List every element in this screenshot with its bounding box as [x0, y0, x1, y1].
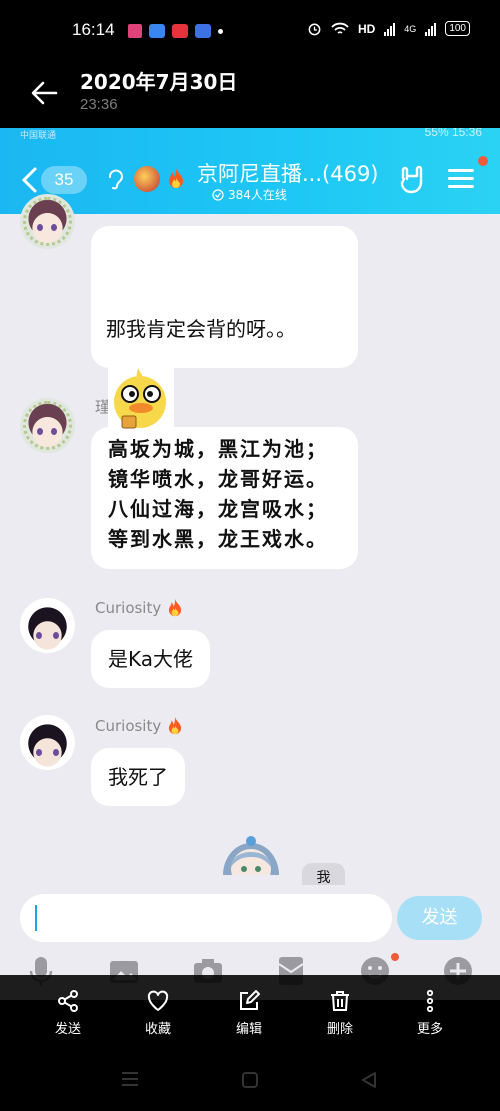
hd-label: HD — [357, 21, 376, 36]
inner-carrier: 中国联通 — [20, 130, 57, 140]
signal-1-icon — [384, 22, 396, 36]
more-label: 更多 — [416, 1022, 443, 1037]
avatar-eye — [37, 224, 43, 231]
sender-avatar[interactable] — [20, 398, 75, 453]
avatar-eye — [36, 749, 42, 756]
edit-label: 编辑 — [235, 1022, 262, 1037]
recents-icon[interactable] — [120, 1071, 140, 1087]
message-text: 那我肯定会背的呀。。 — [106, 317, 296, 341]
input-bar: 发送 — [0, 885, 500, 947]
signal-2-icon — [425, 22, 437, 36]
sender-avatar[interactable] — [20, 715, 75, 770]
group-avatar — [134, 166, 160, 192]
edit-icon — [240, 990, 260, 1010]
avatar-eye — [51, 428, 57, 435]
message-line: 八仙过海，龙宫吸水； — [108, 497, 328, 521]
wifi-icon — [331, 22, 349, 34]
delete-label: 删除 — [326, 1022, 353, 1037]
notification-dot — [478, 156, 488, 166]
online-count: 384人在线 — [212, 186, 287, 203]
more-notifications-icon — [218, 28, 223, 34]
message-input[interactable] — [20, 894, 392, 942]
sender-avatar[interactable] — [20, 598, 75, 653]
favorite-label: 收藏 — [144, 1022, 171, 1037]
battery-indicator: 100 — [445, 21, 470, 36]
signal-2-label: 4G — [404, 23, 417, 34]
chat-app-icon — [149, 24, 165, 38]
qq-title-bar: 中国联通 55% 15:36 35 京阿尼直播...(469) 384人在线 — [0, 128, 500, 214]
check-circle-icon — [212, 188, 224, 201]
phone-status-bar: 16:14 HD 4G 100 — [0, 0, 500, 62]
fire-icon — [169, 598, 182, 617]
online-text: 384人在线 — [228, 188, 287, 202]
sender-avatar[interactable] — [20, 194, 75, 249]
notification-icons — [128, 24, 223, 38]
nav-back-icon[interactable] — [360, 1071, 378, 1089]
heart-icon — [147, 990, 169, 1011]
bilibili-icon — [128, 24, 142, 38]
delete-button[interactable]: 删除 — [310, 989, 370, 1037]
avatar-eye — [51, 224, 57, 231]
back-arrow-icon[interactable] — [30, 80, 58, 106]
more-button[interactable]: 更多 — [400, 989, 460, 1037]
message-line: 镜华喷水，龙哥好运。 — [108, 467, 328, 491]
photo-time: 23:36 — [80, 96, 118, 113]
menu-icon[interactable] — [448, 168, 474, 190]
text-caret — [35, 905, 37, 931]
inner-status-right: 55% 15:36 — [424, 128, 482, 139]
message-line: 高坂为城，黑江为池； — [108, 437, 328, 461]
share-button[interactable]: 发送 — [38, 989, 98, 1037]
viewer-action-bar: 发送 收藏 编辑 删除 更多 — [0, 975, 500, 1047]
unread-badge[interactable]: 35 — [41, 166, 87, 194]
ear-icon[interactable] — [105, 168, 125, 190]
avatar-eye — [53, 632, 59, 639]
share-icon — [58, 990, 78, 1012]
viewer-header: 2020年7月30日 23:36 — [0, 62, 500, 128]
emoji-notification-dot — [391, 953, 399, 961]
group-title[interactable]: 京阿尼直播...(469) — [197, 158, 379, 188]
chevron-left-icon[interactable] — [20, 166, 38, 194]
duck-sticker[interactable] — [108, 364, 174, 432]
avatar-eye — [37, 428, 43, 435]
message-bubble[interactable]: 是Ka大佬 — [91, 630, 211, 688]
message-bubble[interactable]: 高坂为城，黑江为池； 镜华喷水，龙哥好运。 八仙过海，龙宫吸水； 等到水黑，龙王… — [91, 427, 358, 569]
avatar-ring — [23, 401, 72, 450]
rock-hand-icon[interactable] — [398, 164, 426, 194]
trash-icon — [331, 991, 349, 1011]
fire-icon — [169, 716, 182, 735]
message-text: 是Ka大佬 — [108, 647, 194, 671]
system-nav-bar — [0, 1047, 500, 1111]
more-icon — [426, 989, 434, 1013]
message-bubble[interactable]: 那我肯定会背的呀。。 — [91, 226, 358, 368]
favorite-button[interactable]: 收藏 — [128, 989, 188, 1037]
status-time: 16:14 — [72, 20, 115, 39]
send-button[interactable]: 发送 — [397, 896, 482, 940]
avatar-ring — [23, 197, 72, 246]
video-app-icon — [172, 24, 188, 38]
fire-icon — [169, 168, 183, 188]
message-text: 我死了 — [108, 765, 168, 789]
inner-status-bar: 中国联通 55% 15:36 — [0, 128, 500, 140]
avatar-eye — [53, 749, 59, 756]
my-avatar[interactable] — [221, 835, 281, 875]
edit-button[interactable]: 编辑 — [219, 989, 279, 1037]
sender-name-text: Curiosity — [95, 716, 162, 735]
sender-name-text: Curiosity — [95, 598, 162, 617]
link-app-icon — [195, 24, 211, 38]
avatar-eye — [36, 632, 42, 639]
status-right: HD 4G 100 — [307, 21, 470, 36]
message-line: 等到水黑，龙王戏水。 — [108, 527, 328, 551]
embedded-screenshot: 中国联通 55% 15:36 35 京阿尼直播...(469) 384人在线 那… — [0, 128, 500, 1000]
sender-name: Curiosity — [95, 716, 183, 735]
sender-name: Curiosity — [95, 598, 183, 617]
home-icon[interactable] — [241, 1071, 259, 1089]
message-bubble[interactable]: 我死了 — [91, 748, 185, 806]
photo-date: 2020年7月30日 — [80, 70, 238, 94]
alarm-icon — [308, 23, 321, 36]
share-label: 发送 — [54, 1022, 81, 1037]
